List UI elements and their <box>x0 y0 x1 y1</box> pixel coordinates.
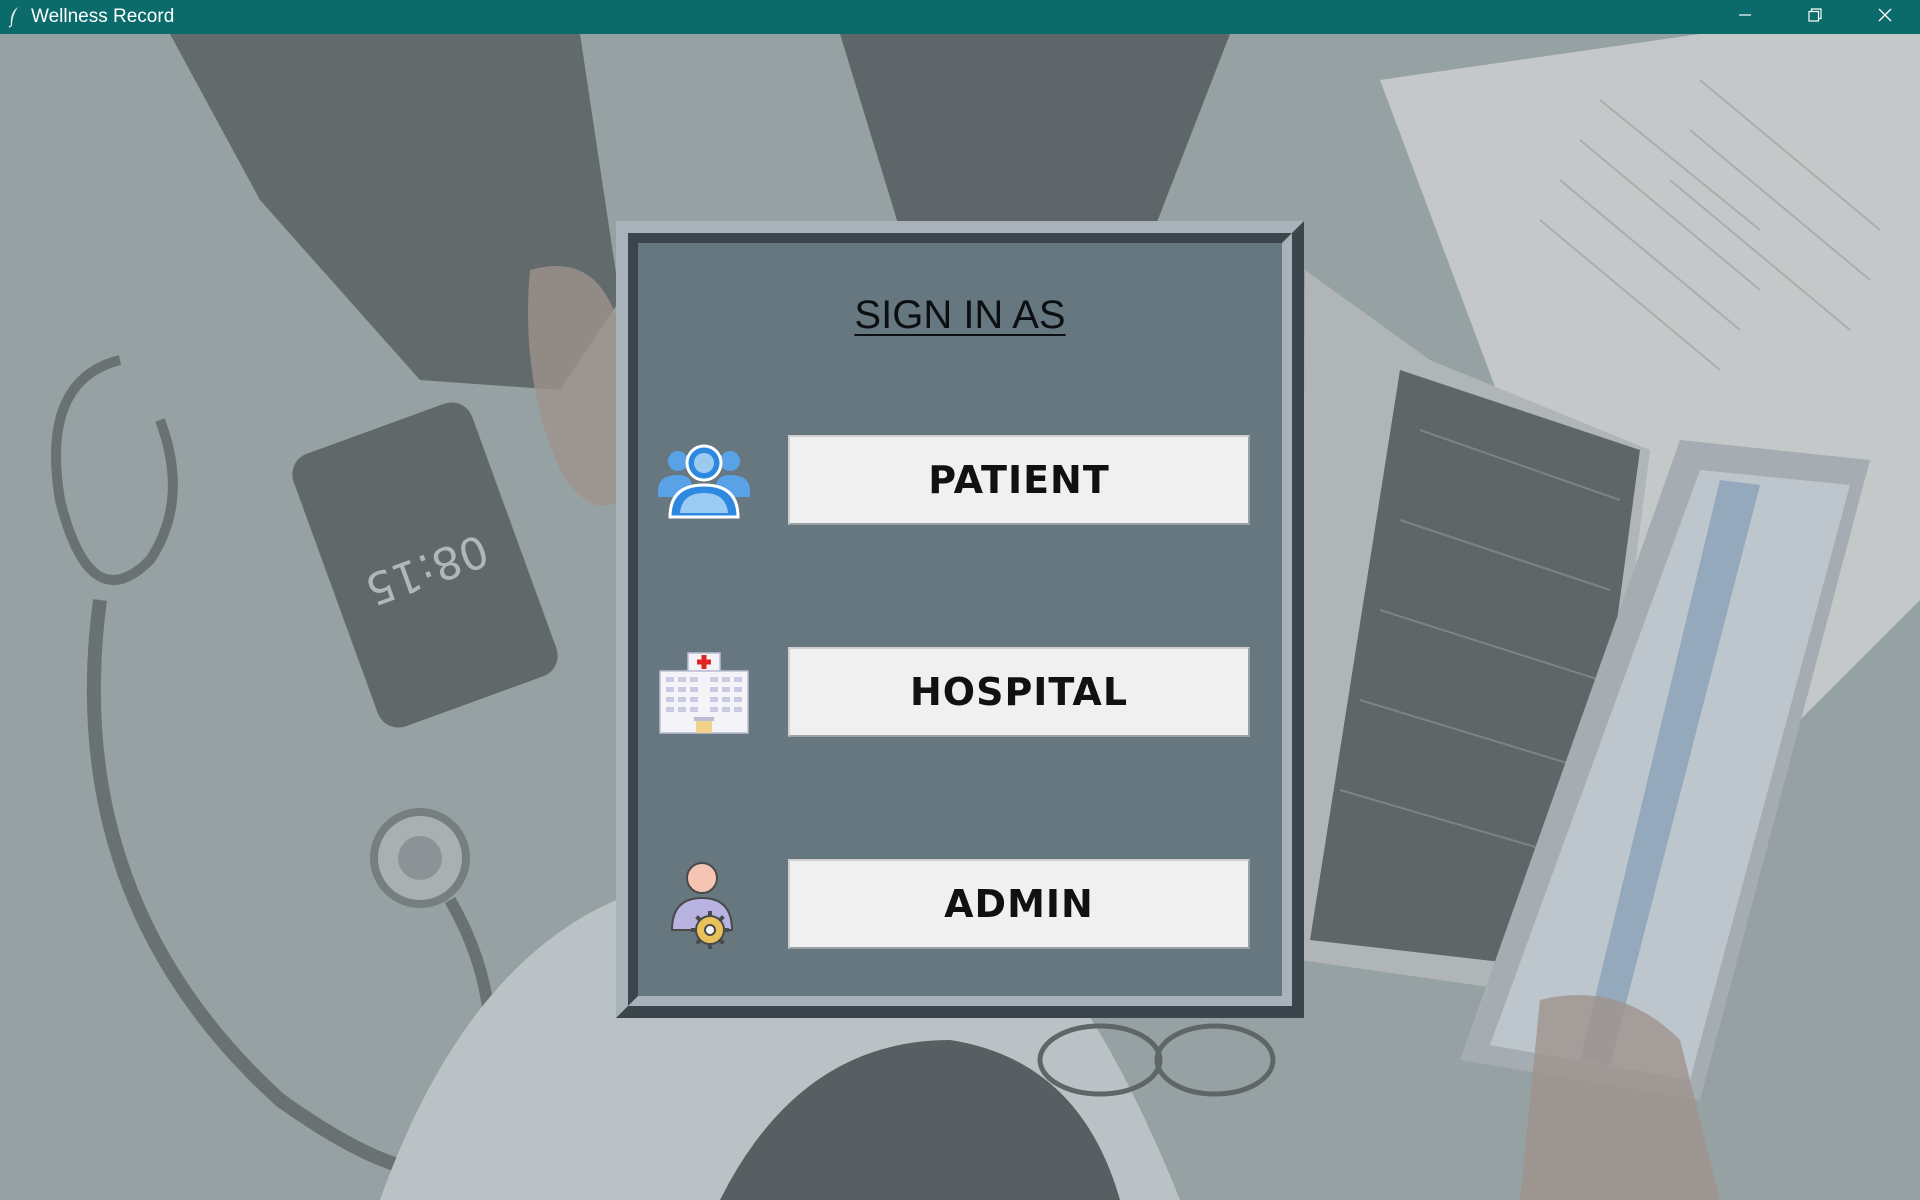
minimize-icon <box>1737 7 1753 27</box>
title-bar: Wellness Record <box>0 0 1920 34</box>
signin-panel: SIGN IN AS PATIENT HOSPITAL ADMIN <box>616 221 1304 1018</box>
signin-panel-inner: SIGN IN AS PATIENT HOSPITAL ADMIN <box>628 233 1292 1006</box>
patient-group-icon <box>656 433 752 529</box>
restore-icon <box>1807 7 1823 27</box>
hospital-button-label: HOSPITAL <box>909 670 1129 714</box>
close-button[interactable] <box>1850 0 1920 34</box>
role-row-patient: PATIENT <box>638 425 1282 535</box>
hospital-building-icon <box>656 645 752 741</box>
restore-button[interactable] <box>1780 0 1850 34</box>
admin-button-label: ADMIN <box>944 882 1094 926</box>
feather-app-icon <box>7 6 21 28</box>
admin-user-gear-icon <box>656 857 752 953</box>
role-row-hospital: HOSPITAL <box>638 637 1282 747</box>
patient-button-label: PATIENT <box>928 458 1110 502</box>
minimize-button[interactable] <box>1710 0 1780 34</box>
patient-button[interactable]: PATIENT <box>788 435 1250 525</box>
close-icon <box>1877 7 1893 27</box>
hospital-button[interactable]: HOSPITAL <box>788 647 1250 737</box>
app-window: Wellness Record 08:15 SIGN IN AS PATIENT… <box>0 0 1920 1200</box>
role-row-admin: ADMIN <box>638 849 1282 959</box>
admin-button[interactable]: ADMIN <box>788 859 1250 949</box>
signin-title: SIGN IN AS <box>854 293 1066 337</box>
window-controls <box>1710 0 1920 34</box>
window-title: Wellness Record <box>31 6 175 27</box>
